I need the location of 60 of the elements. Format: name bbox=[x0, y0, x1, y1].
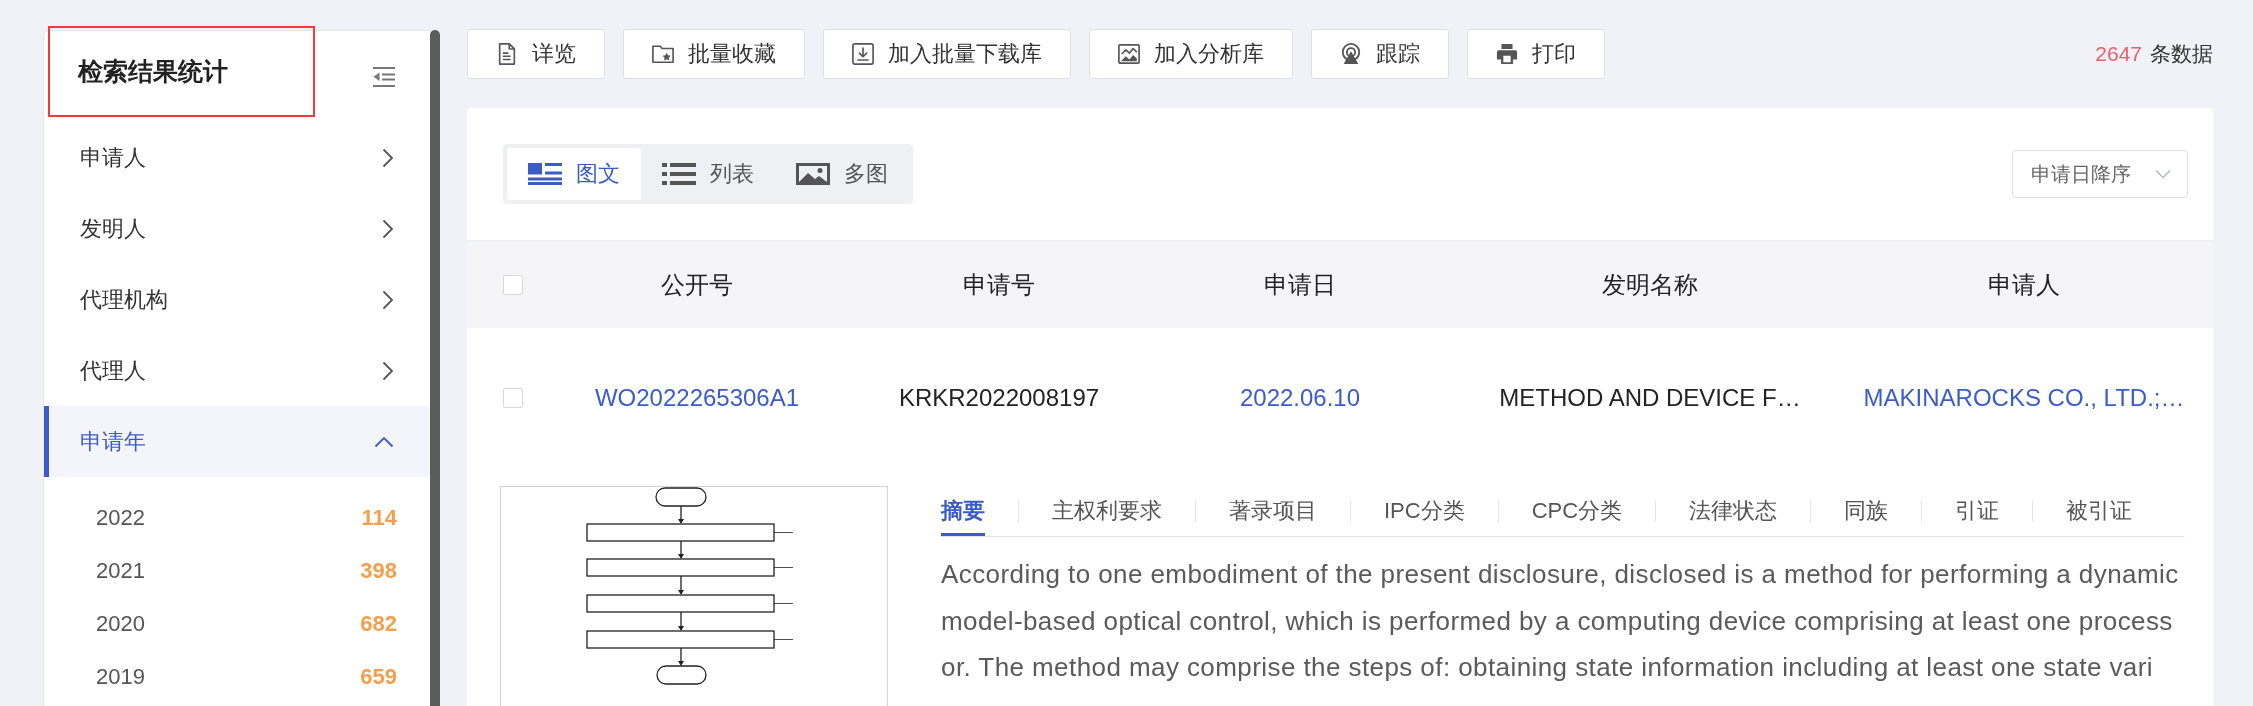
sidebar-item[interactable]: 代理机构 bbox=[44, 264, 430, 335]
column-header: 发明名称 bbox=[1602, 269, 1698, 300]
printer-icon bbox=[1496, 43, 1518, 65]
detail-tab[interactable]: 引证 bbox=[1955, 486, 2000, 536]
view-tab[interactable]: 多图 bbox=[775, 148, 909, 200]
toolbar-button[interactable]: 批量收藏 bbox=[623, 29, 805, 79]
column-header: 申请日 bbox=[1264, 269, 1336, 300]
sidebar-title: 检索结果统计 bbox=[78, 56, 228, 87]
broadcast-icon bbox=[1340, 43, 1362, 65]
sidebar-item[interactable]: 代理人 bbox=[44, 335, 430, 406]
select-all-checkbox[interactable] bbox=[503, 274, 523, 295]
column-header: 公开号 bbox=[661, 269, 733, 300]
list-icon bbox=[662, 163, 696, 185]
year-count: 114 bbox=[361, 504, 397, 531]
toolbar-button[interactable]: 跟踪 bbox=[1311, 29, 1449, 79]
detail-tab[interactable]: 同族 bbox=[1844, 486, 1889, 536]
toolbar-button[interactable]: 打印 bbox=[1467, 29, 1605, 79]
sidebar-item[interactable]: 申请年 bbox=[44, 406, 430, 477]
detail-tab[interactable]: 主权利要求 bbox=[1052, 486, 1162, 536]
table-cell: KRKR2022008197 bbox=[898, 384, 1100, 412]
detail-tab[interactable]: 摘要 bbox=[941, 486, 985, 536]
column-header: 申请人 bbox=[1988, 269, 2060, 300]
year-count: 659 bbox=[360, 663, 397, 690]
toolbar-button[interactable]: 加入批量下载库 bbox=[823, 29, 1071, 79]
detail-tab[interactable]: 著录项目 bbox=[1229, 486, 1317, 536]
detail-tab[interactable]: IPC分类 bbox=[1384, 486, 1465, 536]
cell-link[interactable]: WO2022265306A1 bbox=[594, 384, 800, 412]
chart-image-icon bbox=[1118, 43, 1140, 65]
sort-dropdown[interactable]: 申请日降序 bbox=[2012, 150, 2188, 198]
sidebar-item[interactable]: 申请人 bbox=[44, 122, 430, 193]
chevron-down-icon bbox=[2155, 169, 2171, 179]
folder-star-icon bbox=[652, 43, 674, 65]
download-tray-icon bbox=[852, 43, 874, 65]
toolbar-button[interactable]: 加入分析库 bbox=[1089, 29, 1293, 79]
year-count: 398 bbox=[360, 557, 397, 584]
cell-link[interactable]: 2022.06.10 bbox=[1239, 384, 1361, 412]
toolbar-button[interactable]: 详览 bbox=[467, 29, 605, 79]
menu-fold-icon[interactable] bbox=[372, 65, 396, 88]
row-checkbox[interactable] bbox=[503, 388, 523, 408]
detail-tab[interactable]: 被引证 bbox=[2066, 486, 2133, 536]
scrollbar-thumb[interactable] bbox=[430, 30, 440, 706]
abstract-text: According to one embodiment of the present disclosure, disclosed is a method for performing a dynamic model-based optical control, which is performed by a computing device comprising at least one processor. The method may comprise the steps of: obtaining state information including at least one state vari bbox=[941, 558, 2180, 684]
column-header: 申请号 bbox=[963, 269, 1035, 300]
year-filter-item[interactable]: 2022 114 bbox=[44, 491, 430, 544]
year-filter-item[interactable]: 2020 682 bbox=[44, 597, 430, 650]
view-tab[interactable]: 列表 bbox=[641, 148, 775, 200]
sidebar-item[interactable]: 发明人 bbox=[44, 193, 430, 264]
total-count: 2647 bbox=[2095, 42, 2142, 66]
year-filter-item[interactable]: 2019 659 bbox=[44, 650, 430, 703]
cell-link[interactable]: MAKINAROCKS CO., LTD.;… bbox=[1863, 384, 2185, 412]
picture-icon bbox=[796, 163, 830, 185]
year-filter-item[interactable]: 2021 398 bbox=[44, 544, 430, 597]
document-icon bbox=[496, 43, 518, 65]
total-label: 条数据 bbox=[2150, 41, 2213, 67]
layout-icon bbox=[528, 163, 562, 185]
detail-tab[interactable]: CPC分类 bbox=[1531, 486, 1623, 536]
detail-tab[interactable]: 法律状态 bbox=[1689, 486, 1778, 536]
view-tab[interactable]: 图文 bbox=[507, 148, 641, 200]
year-count: 682 bbox=[360, 610, 397, 637]
table-cell: METHOD AND DEVICE F… bbox=[1499, 384, 1801, 412]
